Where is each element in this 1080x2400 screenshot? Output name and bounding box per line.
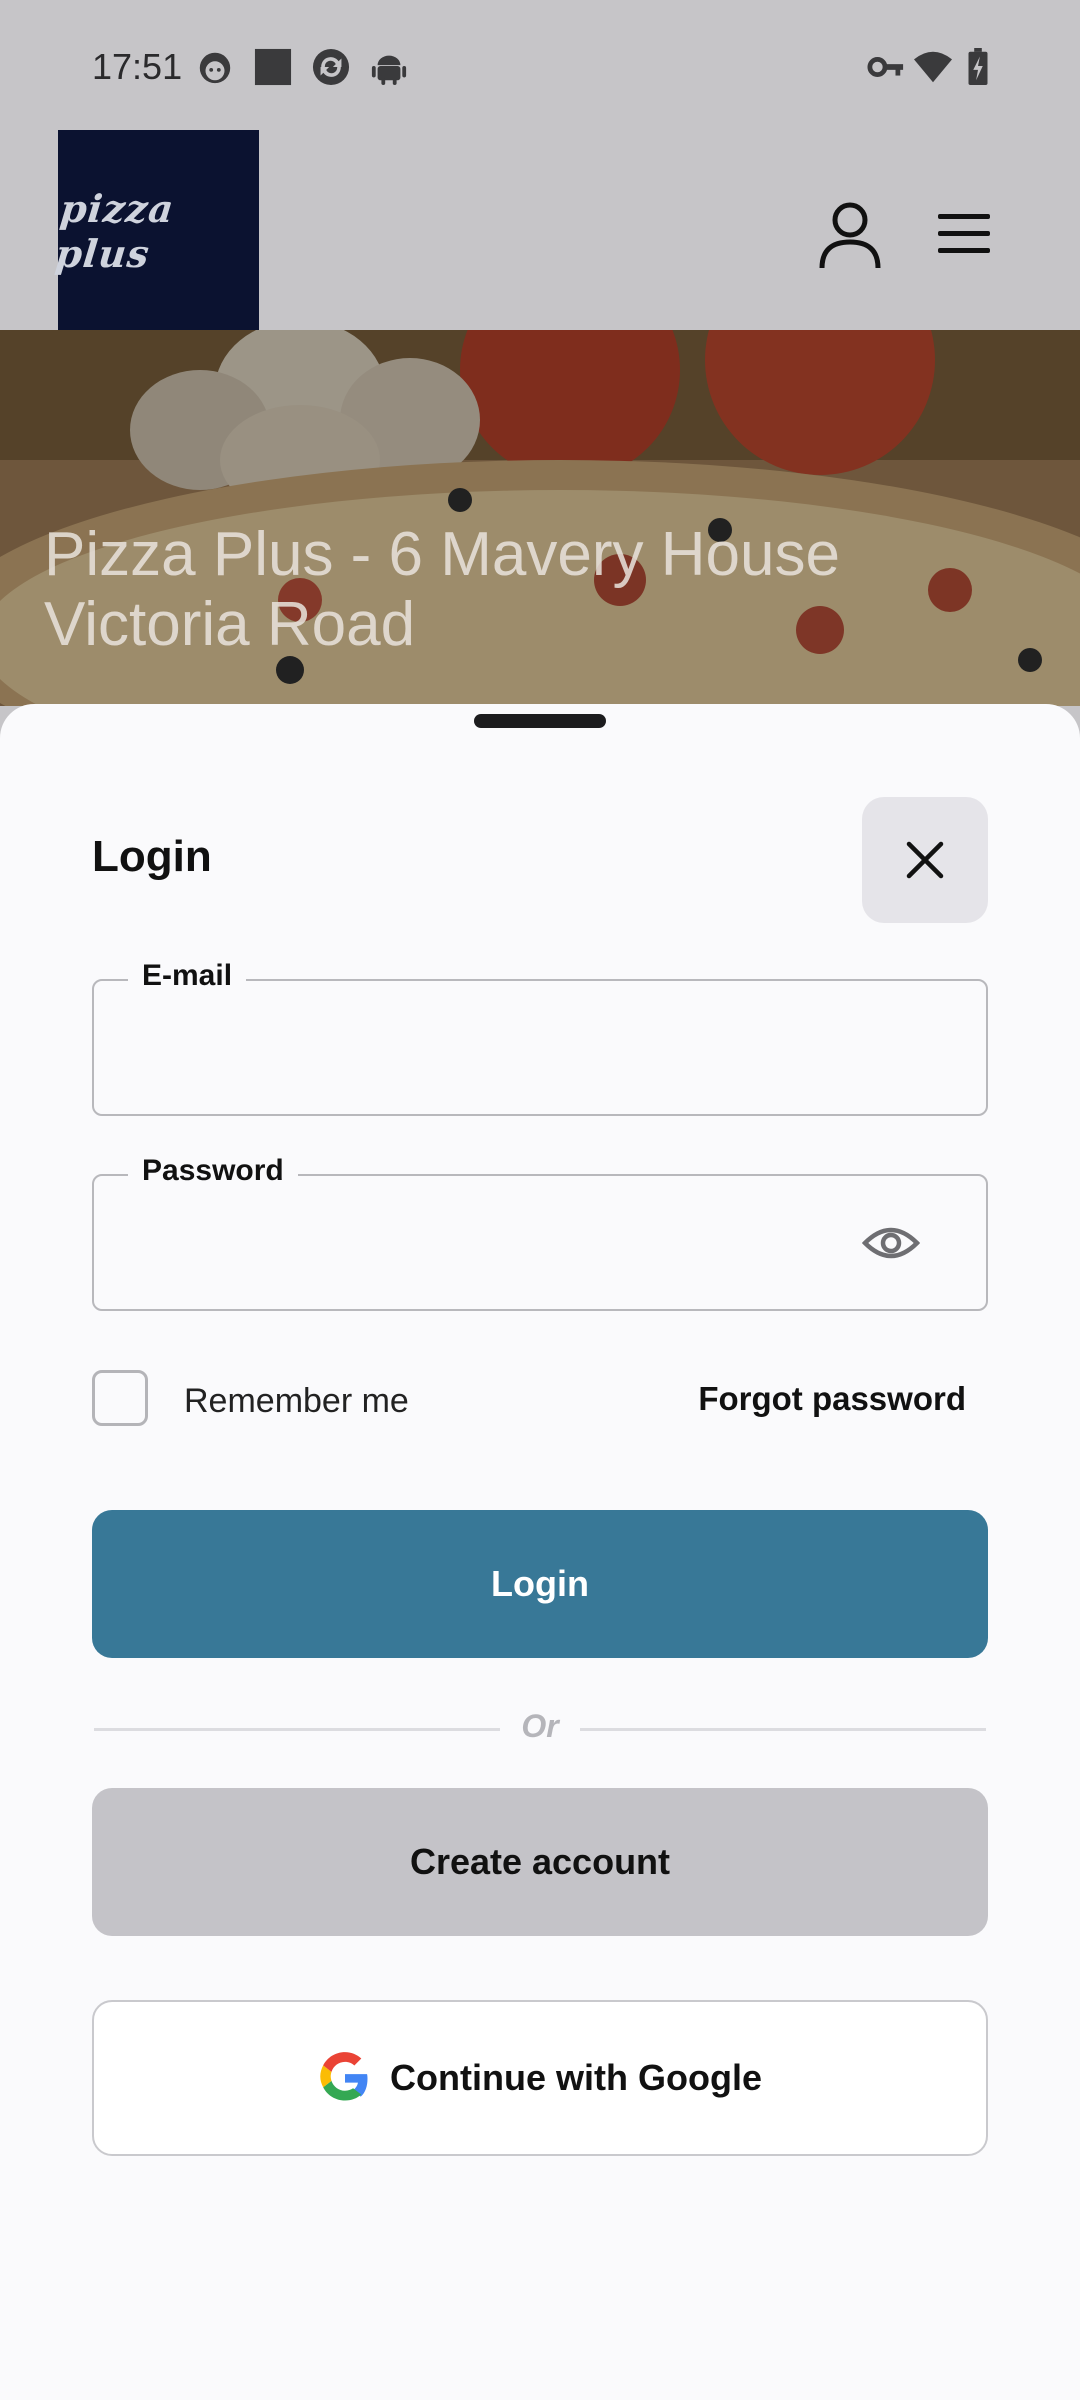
- close-icon: [906, 841, 944, 879]
- battery-icon: [968, 48, 988, 86]
- password-label: Password: [128, 1154, 298, 1188]
- password-field: Password: [92, 1154, 988, 1311]
- login-button[interactable]: Login: [92, 1510, 988, 1658]
- logo[interactable]: pizza plus: [53, 130, 259, 331]
- hero-banner: Pizza Plus - 6 Mavery House Victoria Roa…: [0, 330, 1080, 706]
- google-button-label: Continue with Google: [390, 2057, 762, 2098]
- google-icon: [320, 2052, 368, 2101]
- forgot-password-link[interactable]: Forgot password: [698, 1380, 966, 1418]
- key-icon: [867, 57, 904, 77]
- logo-text: pizza plus: [53, 185, 177, 276]
- status-time: 17:51: [92, 46, 183, 87]
- eye-icon: [862, 1227, 920, 1259]
- sheet-drag-handle[interactable]: [474, 714, 606, 728]
- menu-icon[interactable]: [928, 198, 1000, 270]
- remember-me-checkbox[interactable]: [92, 1370, 148, 1426]
- create-account-button[interactable]: Create account: [92, 1788, 988, 1936]
- restaurant-title: Pizza Plus - 6 Mavery House Victoria Roa…: [44, 520, 840, 659]
- wifi-icon: [914, 51, 952, 83]
- app-header: pizza plus: [0, 130, 1080, 331]
- login-sheet: Login E-mail Password Remember me Forgot…: [0, 704, 1080, 2400]
- or-text: Or: [521, 1708, 559, 1744]
- face-icon: [199, 52, 231, 84]
- remember-me-label: Remember me: [184, 1382, 409, 1420]
- or-divider: Or: [92, 1704, 988, 1754]
- status-bar: 17:51: [0, 0, 1080, 130]
- sheet-title: Login: [92, 832, 212, 881]
- sync-icon: [312, 48, 350, 86]
- square-icon: [254, 48, 292, 86]
- user-icon[interactable]: [814, 198, 886, 270]
- email-field: E-mail: [92, 959, 988, 1116]
- close-button[interactable]: [862, 797, 988, 923]
- password-input[interactable]: [118, 1206, 838, 1280]
- email-label: E-mail: [128, 959, 247, 993]
- google-signin-button[interactable]: Continue with Google: [92, 2000, 988, 2156]
- email-input[interactable]: [118, 1011, 878, 1085]
- android-icon: [371, 55, 407, 86]
- show-password-button[interactable]: [858, 1210, 924, 1276]
